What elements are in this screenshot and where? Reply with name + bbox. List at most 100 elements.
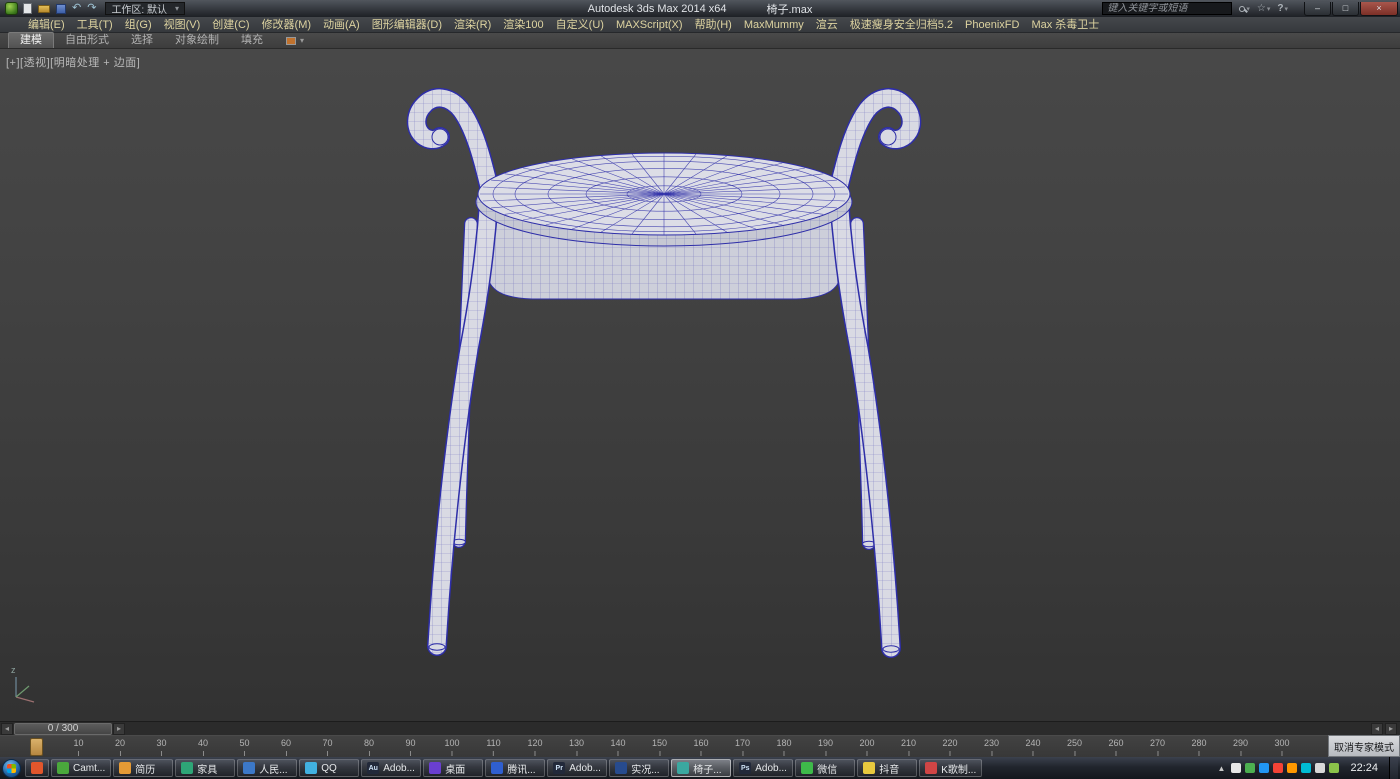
- ribbon-collapse-icon[interactable]: ▾: [300, 36, 304, 45]
- track-bar[interactable]: 1020304050607080901001101201301401501601…: [0, 735, 1328, 757]
- tray-icon-6[interactable]: [1315, 763, 1325, 773]
- maximize-button[interactable]: □: [1332, 2, 1359, 16]
- taskbar-item-12[interactable]: PsAdob...: [733, 759, 793, 777]
- taskbar-item-7[interactable]: 桌面: [423, 759, 483, 777]
- help-icon[interactable]: ?▾: [1277, 3, 1288, 14]
- time-slider-grip[interactable]: 0 / 300: [14, 723, 112, 735]
- menu-item-11[interactable]: MAXScript(X): [610, 17, 689, 33]
- menu-item-13[interactable]: MaxMummy: [738, 17, 810, 33]
- tray-expand-icon[interactable]: ▲: [1218, 764, 1226, 773]
- menu-item-17[interactable]: Max 杀毒卫士: [1025, 17, 1105, 33]
- redo-icon[interactable]: ↷: [87, 3, 96, 15]
- ribbon-tab-4[interactable]: 填充: [230, 33, 274, 48]
- menu-item-15[interactable]: 极速瘦身安全归档5.2: [844, 17, 959, 33]
- ribbon-tab-1[interactable]: 自由形式: [54, 33, 120, 48]
- minimize-button[interactable]: –: [1304, 2, 1331, 16]
- tray-icon-5[interactable]: [1301, 763, 1311, 773]
- ribbon-tab-2[interactable]: 选择: [120, 33, 164, 48]
- stool-wireframe-model[interactable]: z: [0, 49, 1400, 721]
- ribbon-state-icon[interactable]: [286, 37, 296, 45]
- tray-icon-4[interactable]: [1287, 763, 1297, 773]
- taskbar-item-10[interactable]: 实况...: [609, 759, 669, 777]
- frame-tick-mark: [285, 751, 286, 756]
- menu-item-2[interactable]: 组(G): [119, 17, 158, 33]
- frame-tick-number: 40: [198, 736, 208, 751]
- frame-tick-70: 70: [322, 736, 332, 757]
- frame-tick-number: 290: [1233, 736, 1248, 751]
- start-button[interactable]: [2, 759, 21, 778]
- taskbar-item-label: 椅子...: [693, 761, 721, 776]
- frame-tick-280: 280: [1191, 736, 1206, 757]
- frame-tick-300: 300: [1274, 736, 1289, 757]
- tray-icon-0[interactable]: [1231, 763, 1241, 773]
- app-icon: [305, 762, 317, 774]
- menu-item-4[interactable]: 创建(C): [206, 17, 255, 33]
- search-input[interactable]: [1102, 2, 1232, 15]
- save-file-icon[interactable]: [56, 3, 66, 15]
- frame-tick-110: 110: [486, 736, 500, 757]
- taskbar-item-11[interactable]: 椅子...: [671, 759, 731, 777]
- menu-item-0[interactable]: 编辑(E): [22, 17, 71, 33]
- taskbar-item-15[interactable]: K歌制...: [919, 759, 982, 777]
- taskbar-item-6[interactable]: AuAdob...: [361, 759, 421, 777]
- menu-item-7[interactable]: 图形编辑器(D): [366, 17, 448, 33]
- tray-icon-1[interactable]: [1245, 763, 1255, 773]
- cancel-expert-mode-button[interactable]: 取消专家模式: [1328, 735, 1400, 757]
- tray-icon-3[interactable]: [1273, 763, 1283, 773]
- frame-tick-80: 80: [364, 736, 374, 757]
- taskbar-item-0[interactable]: [25, 759, 49, 777]
- ribbon-tab-3[interactable]: 对象绘制: [164, 33, 230, 48]
- scroll-left-arrow[interactable]: ◂: [1371, 723, 1383, 735]
- scroll-right-arrow[interactable]: ▸: [1385, 723, 1397, 735]
- menu-item-12[interactable]: 帮助(H): [689, 17, 738, 33]
- frame-tick-number: 60: [281, 736, 291, 751]
- frame-tick-number: 100: [444, 736, 459, 751]
- taskbar-item-8[interactable]: 腾讯...: [485, 759, 545, 777]
- undo-icon[interactable]: ↶: [72, 3, 81, 15]
- new-scene-icon[interactable]: [23, 3, 32, 15]
- taskbar-item-9[interactable]: PrAdob...: [547, 759, 607, 777]
- menu-item-5[interactable]: 修改器(M): [256, 17, 318, 33]
- taskbar-item-label: 腾讯...: [507, 761, 535, 776]
- menu-item-1[interactable]: 工具(T): [71, 17, 119, 33]
- frame-back-arrow[interactable]: ◂: [1, 723, 13, 735]
- frame-forward-arrow[interactable]: ▸: [113, 723, 125, 735]
- tray-icon-7[interactable]: [1329, 763, 1339, 773]
- menu-item-10[interactable]: 自定义(U): [550, 17, 610, 33]
- frame-tick-number: 130: [569, 736, 584, 751]
- favorites-star-icon[interactable]: ☆▾: [1257, 3, 1270, 14]
- viewport-label-menu[interactable]: [+][透视][明暗处理 + 边面]: [6, 54, 140, 70]
- show-desktop-button[interactable]: [1389, 757, 1398, 779]
- taskbar-item-14[interactable]: 抖音: [857, 759, 917, 777]
- perspective-viewport[interactable]: [+][透视][明暗处理 + 边面]: [0, 49, 1400, 721]
- taskbar-item-2[interactable]: 简历: [113, 759, 173, 777]
- taskbar-item-5[interactable]: QQ: [299, 759, 359, 777]
- taskbar-item-13[interactable]: 微信: [795, 759, 855, 777]
- taskbar-item-4[interactable]: 人民...: [237, 759, 297, 777]
- taskbar-item-3[interactable]: 家具: [175, 759, 235, 777]
- taskbar-item-label: Adob...: [755, 763, 787, 774]
- workspace-selector[interactable]: 工作区: 默认 ▾: [105, 2, 185, 15]
- current-frame-marker[interactable]: [30, 738, 43, 756]
- search-icon[interactable]: ▾: [1239, 5, 1250, 13]
- close-button[interactable]: ×: [1360, 2, 1398, 16]
- tray-icon-2[interactable]: [1259, 763, 1269, 773]
- menu-item-6[interactable]: 动画(A): [317, 17, 366, 33]
- menu-item-9[interactable]: 渲染100: [497, 17, 549, 33]
- taskbar-clock[interactable]: 22:24: [1350, 762, 1378, 774]
- frame-tick-number: 110: [486, 736, 500, 751]
- frame-tick-250: 250: [1067, 736, 1082, 757]
- app-button-3dsmax-icon[interactable]: [5, 2, 18, 15]
- menu-item-3[interactable]: 视图(V): [158, 17, 207, 33]
- menu-item-16[interactable]: PhoenixFD: [959, 17, 1025, 33]
- ribbon-tab-0[interactable]: 建模: [8, 32, 54, 48]
- tray-icons: [1231, 763, 1339, 773]
- windows-flag-icon: [7, 764, 16, 773]
- menu-bar: 编辑(E)工具(T)组(G)视图(V)创建(C)修改器(M)动画(A)图形编辑器…: [0, 17, 1400, 33]
- menu-item-14[interactable]: 渲云: [810, 17, 844, 33]
- taskbar-item-1[interactable]: Camt...: [51, 759, 111, 777]
- file-name-text: 椅子.max: [766, 1, 812, 17]
- menu-item-8[interactable]: 渲染(R): [448, 17, 497, 33]
- open-file-icon[interactable]: [38, 3, 50, 15]
- frame-tick-mark: [410, 751, 411, 756]
